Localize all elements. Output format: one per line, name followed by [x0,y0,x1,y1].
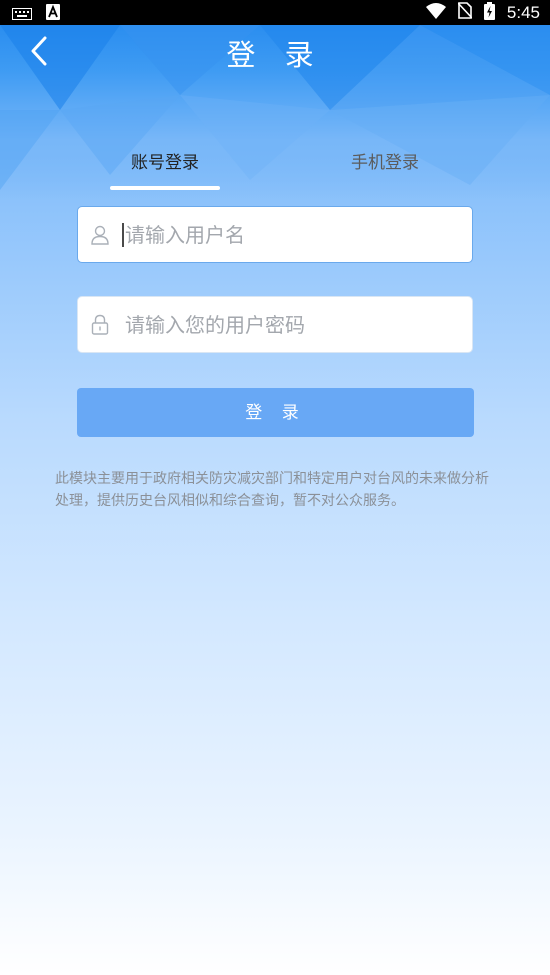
status-time: 5:45 [506,2,540,22]
no-sim-icon [457,2,473,23]
wifi-icon [425,2,446,23]
keyboard-icon [12,5,32,24]
user-icon [89,224,111,246]
service-notice: 此模块主要用于政府相关防灾减灾部门和特定用户对台风的未来做分析处理，提供历史台风… [55,471,489,509]
page-title: 登 录 [226,38,324,72]
login-tabs: 账号登录 手机登录 [0,148,550,193]
username-field [77,206,473,263]
password-field [77,296,473,353]
text-cursor [122,223,124,247]
password-input[interactable] [123,311,457,338]
active-tab-indicator [110,186,220,190]
tab-account-login[interactable]: 账号登录 [100,148,230,173]
status-bar: 5:45 [0,0,550,25]
text-a-icon [46,4,60,24]
battery-charging-icon [483,1,495,24]
username-input[interactable] [123,221,457,248]
login-button[interactable]: 登 录 [77,388,474,437]
tab-phone-login[interactable]: 手机登录 [320,148,450,173]
lock-icon [89,314,111,336]
